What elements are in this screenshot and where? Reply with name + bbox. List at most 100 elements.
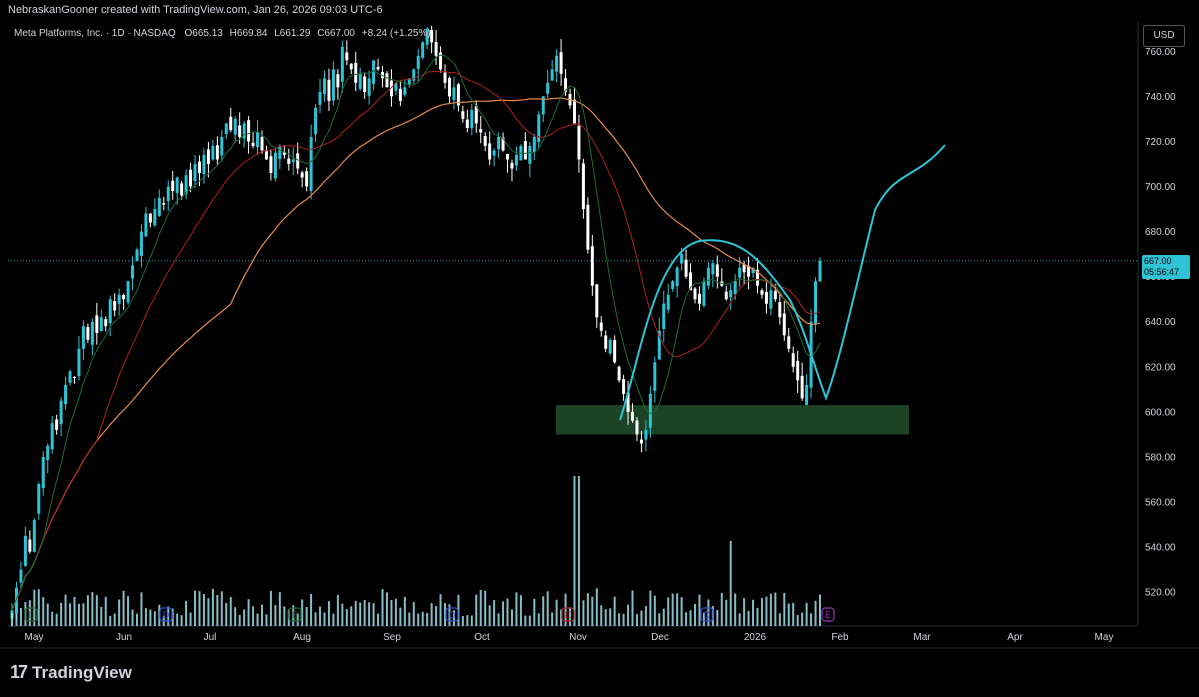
volume-bar (91, 591, 94, 626)
candle-body (202, 154, 206, 175)
volume-bar (64, 594, 67, 626)
candle-body (122, 295, 126, 300)
volume-bar (381, 589, 384, 626)
candle-body (318, 91, 322, 105)
candle-body (514, 154, 518, 166)
candle-body (738, 267, 742, 278)
volume-bar (42, 597, 45, 626)
volume-bar (243, 609, 246, 626)
candle-body (443, 72, 447, 83)
volume-bar (220, 591, 223, 626)
symbol-legend: Meta Platforms, Inc. · 1D · NASDAQ O665.… (14, 28, 435, 39)
volume-bar (801, 612, 804, 626)
candle-body (117, 294, 121, 304)
candle-body (189, 169, 193, 187)
volume-bar (461, 615, 464, 626)
candle-body (572, 99, 576, 124)
volume-bar (631, 590, 634, 626)
chart-frame: 520.00 540.00 560.00 580.00 600.00 620.00 640.… (0, 0, 1199, 697)
volume-bar (582, 600, 585, 626)
volume-bar (475, 594, 478, 626)
legend-change: +8.24 (+1.25%) (361, 28, 431, 39)
candle-body (291, 159, 295, 163)
volume-bar (127, 596, 130, 626)
volume-bar (466, 615, 469, 626)
volume-bar (283, 606, 286, 626)
candle-body (773, 291, 777, 300)
price-chart[interactable]: 520.00 540.00 560.00 580.00 600.00 620.00 640.… (0, 0, 1199, 697)
volume-bar (524, 615, 527, 626)
volume-bar (336, 594, 339, 626)
candle-body (666, 294, 670, 310)
candle-body (684, 259, 688, 277)
volume-bar (211, 588, 214, 626)
volume-bar (37, 589, 40, 626)
volume-bar (86, 595, 89, 626)
candle-body (256, 132, 260, 148)
volume-bar (185, 600, 188, 626)
volume-bar (653, 595, 656, 626)
x-tick-label: Mar (913, 632, 931, 643)
volume-bar (426, 613, 429, 626)
volume-bar (622, 613, 625, 626)
event-marker-label: E (825, 610, 831, 620)
volume-bar (189, 612, 192, 626)
volume-bar (743, 598, 746, 626)
volume-bar (805, 602, 808, 626)
candle-body (711, 263, 715, 275)
candle-body (193, 163, 197, 182)
candle-body (90, 321, 94, 345)
x-tick-label: Jun (116, 632, 132, 643)
x-tick-label: Oct (474, 632, 490, 643)
candle-body (104, 319, 108, 327)
candle-body (126, 281, 130, 303)
candle-body (818, 260, 822, 282)
candle-body (805, 384, 809, 405)
volume-bar (609, 608, 612, 626)
volume-bar (363, 600, 366, 626)
volume-bar (573, 476, 576, 626)
candle-body (483, 136, 487, 146)
volume-bar (551, 612, 554, 626)
volume-bar (345, 609, 348, 626)
candle-body (434, 42, 438, 56)
ma-long-line (11, 97, 821, 611)
candle-body (479, 129, 483, 133)
volume-bar (430, 603, 433, 626)
candle-body (139, 231, 143, 257)
y-tick-label: 560.00 (1145, 498, 1176, 509)
candle-body (229, 116, 233, 131)
candle-body (131, 265, 135, 279)
volume-bar (144, 608, 147, 626)
last-price-tag: 667.00 05:56:47 (1142, 255, 1190, 279)
candle-body (72, 376, 76, 379)
candle-body (662, 303, 666, 329)
volume-bar (627, 604, 630, 626)
volume-bar (354, 600, 357, 626)
currency-button[interactable]: USD (1143, 25, 1185, 47)
candle-body (215, 145, 219, 160)
candle-body (354, 62, 358, 83)
volume-bar (95, 595, 98, 626)
volume-bar (69, 603, 72, 626)
legend-open: O665.13 (184, 28, 223, 39)
volume-bar (403, 596, 406, 626)
candle-body (416, 55, 420, 69)
candle-body (287, 158, 291, 164)
legend-high: H669.84 (229, 28, 268, 39)
candle-body (800, 375, 804, 399)
volume-bar (198, 591, 201, 626)
y-tick-label: 640.00 (1145, 317, 1176, 328)
candle-body (322, 78, 326, 95)
candle-body (260, 136, 264, 151)
candle-body (537, 114, 541, 143)
volume-bar (658, 613, 661, 626)
volume-bar (613, 596, 616, 626)
event-marker-label: E (28, 610, 34, 620)
volume-bar (265, 614, 268, 626)
x-tick-label: Jul (204, 632, 217, 643)
candle-body (715, 264, 719, 277)
candle-body (153, 209, 157, 226)
candle-body (506, 153, 510, 160)
volume-bar (202, 593, 205, 626)
